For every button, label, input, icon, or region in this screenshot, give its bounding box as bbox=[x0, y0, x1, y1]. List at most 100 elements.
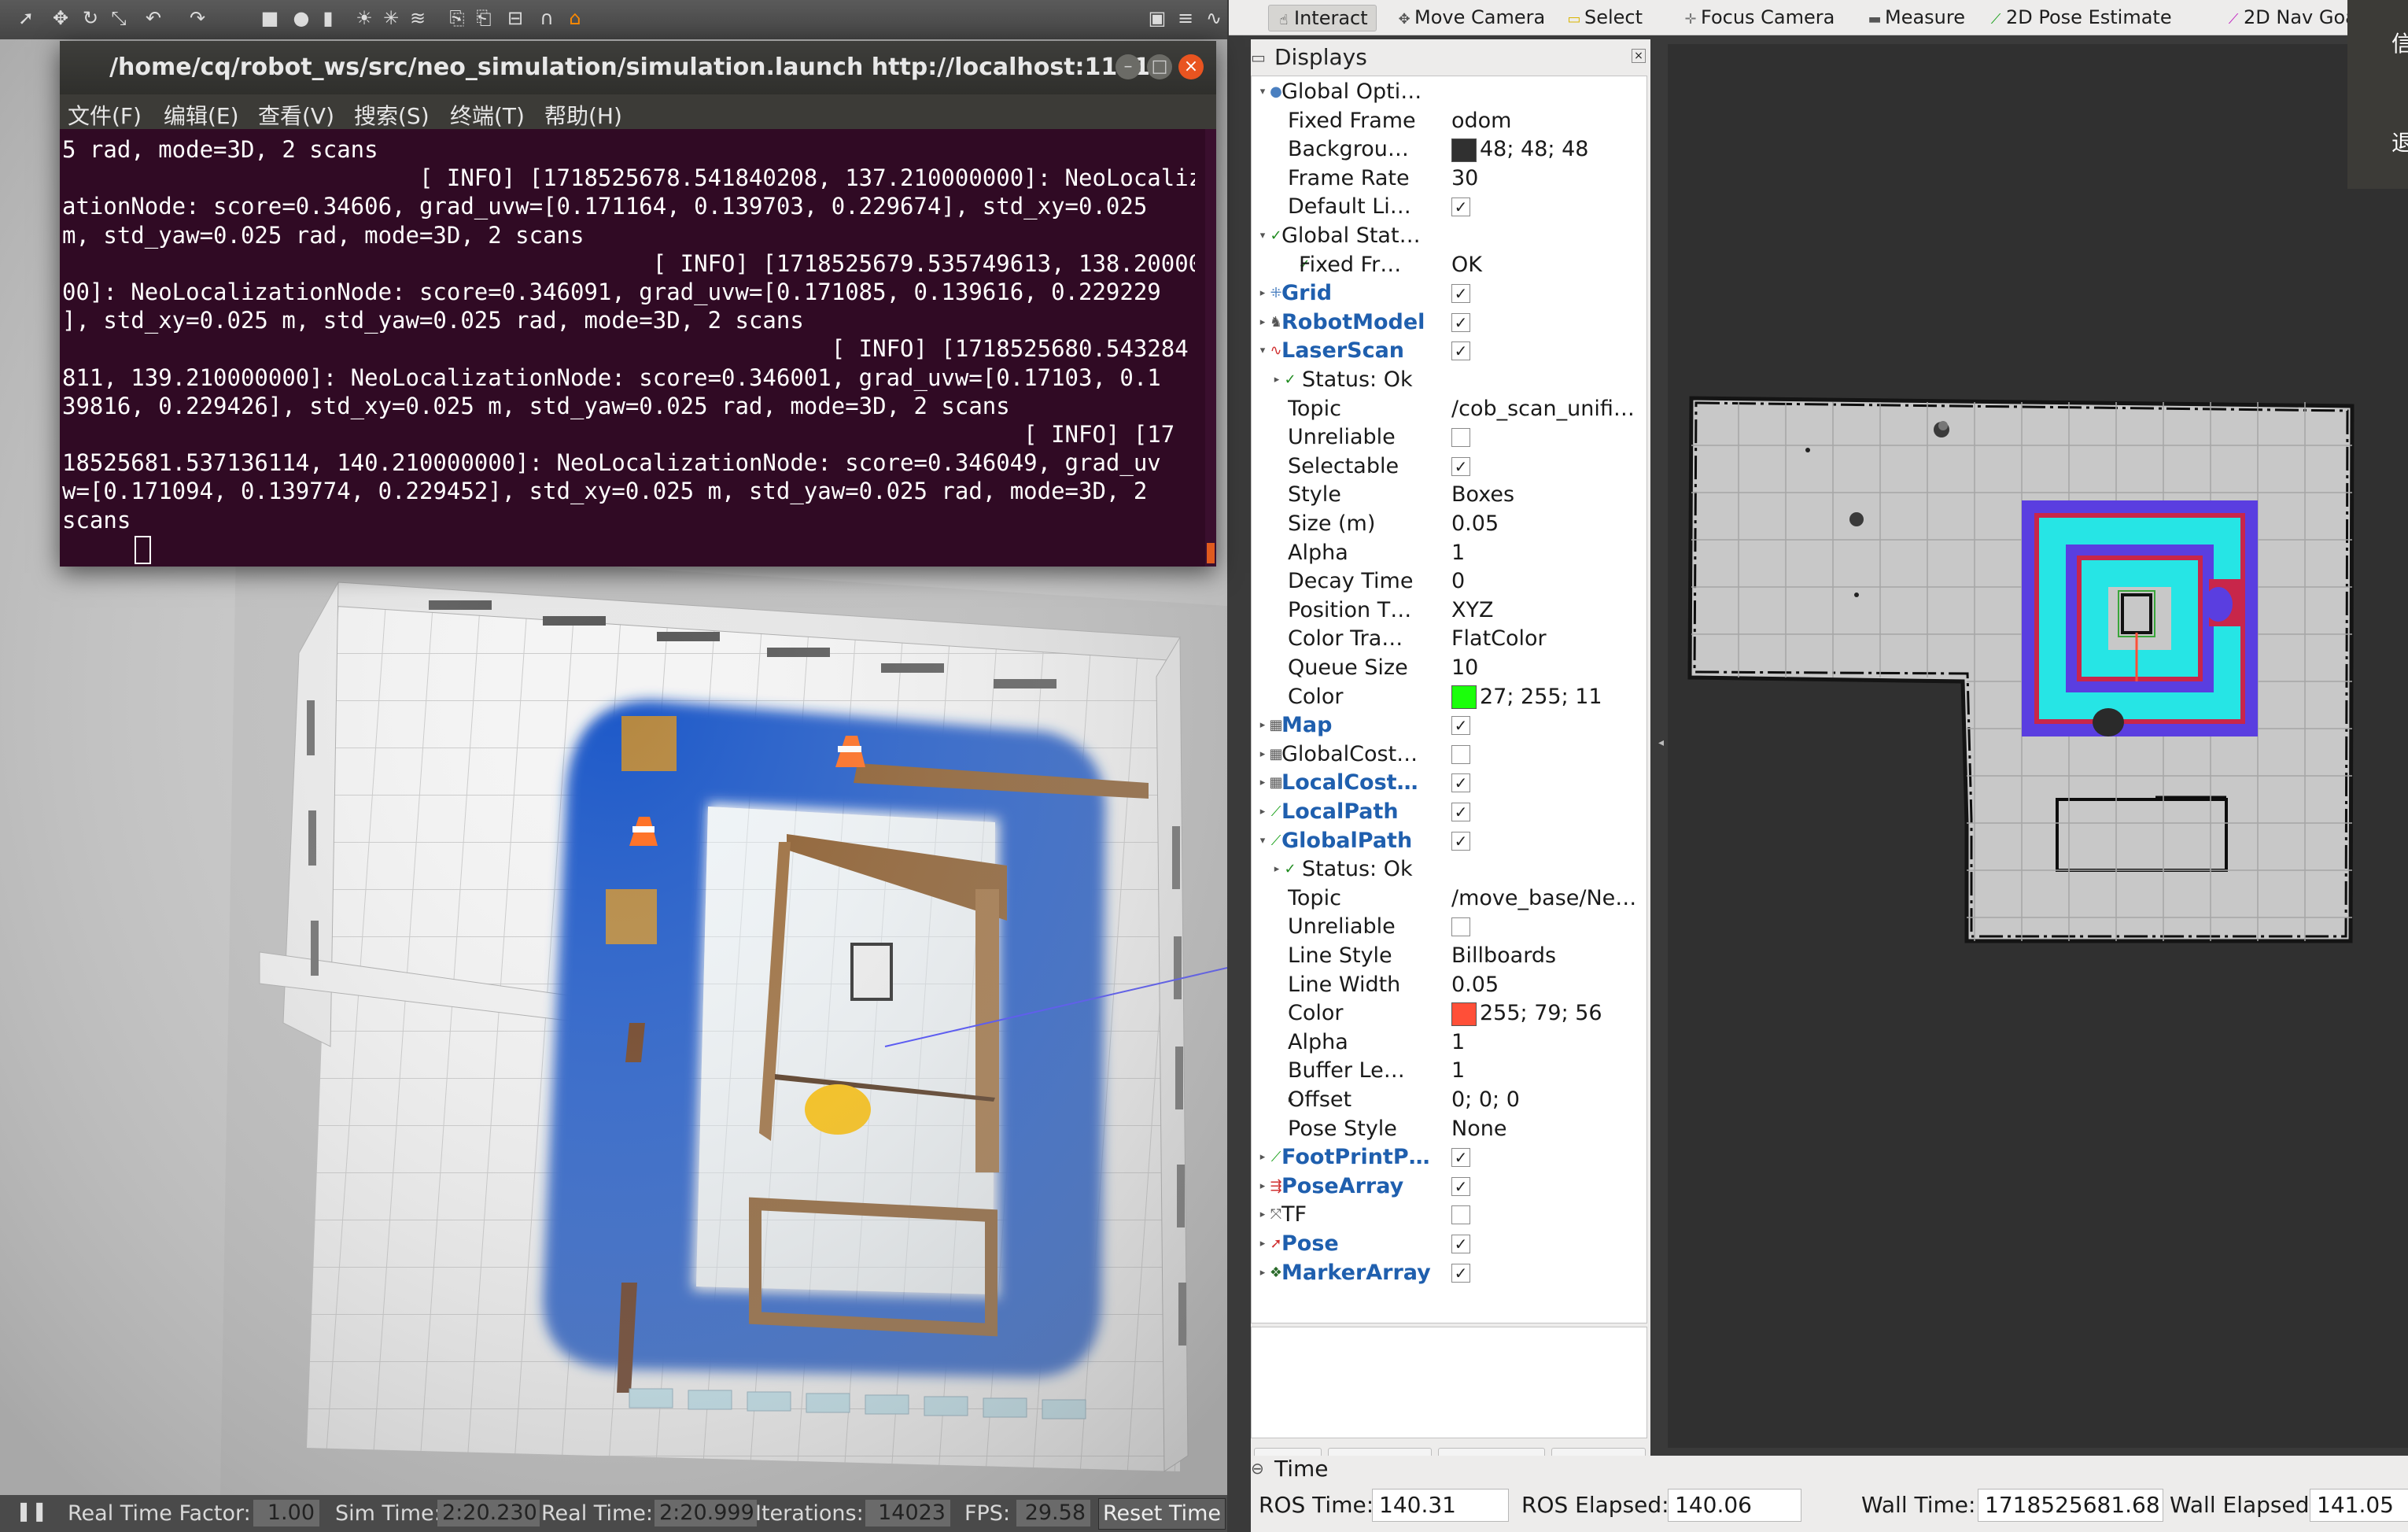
log-icon[interactable]: ≡ bbox=[1174, 6, 1197, 30]
wall-elapsed-field[interactable]: 141.05 bbox=[2310, 1489, 2408, 1522]
checkbox-checked[interactable]: ✓ bbox=[1451, 803, 1470, 821]
wall-time-field[interactable]: 1718525681.68 bbox=[1978, 1489, 2163, 1522]
display-value[interactable]: XYZ bbox=[1451, 596, 1644, 625]
display-row[interactable]: Decay Time 0 bbox=[1252, 567, 1645, 596]
display-row[interactable]: Color 27; 255; 11 bbox=[1252, 683, 1645, 711]
display-value[interactable]: odom bbox=[1451, 107, 1644, 135]
display-row[interactable]: Buffer Le… 1 bbox=[1252, 1057, 1645, 1085]
expand-arrow-icon[interactable]: ▸ bbox=[1256, 1172, 1269, 1201]
display-row[interactable]: Fixed Frame odom bbox=[1252, 107, 1645, 135]
display-row[interactable]: ▸ ⇶ PoseArray ✓ bbox=[1252, 1172, 1645, 1201]
spot-light-icon[interactable]: ✳ bbox=[379, 6, 403, 30]
terminal-output[interactable]: 5 rad, mode=3D, 2 scans [ INFO] [1718525… bbox=[60, 129, 1195, 573]
close-icon[interactable]: × bbox=[1178, 54, 1204, 79]
point-light-icon[interactable]: ☀ bbox=[352, 6, 376, 30]
cylinder-icon[interactable]: ▮ bbox=[316, 6, 340, 30]
snap-icon[interactable]: ∩ bbox=[535, 6, 559, 30]
redo-icon[interactable]: ↷ bbox=[186, 6, 209, 30]
display-row[interactable]: ▸ ▦ GlobalCost… bbox=[1252, 740, 1645, 769]
checkbox-unchecked[interactable] bbox=[1451, 1205, 1470, 1225]
color-swatch[interactable] bbox=[1451, 138, 1477, 162]
tool-2d-nav-goal[interactable]: ⟋ 2D Nav Goal bbox=[2226, 5, 2362, 30]
display-value[interactable]: Boxes bbox=[1451, 481, 1644, 509]
display-row[interactable]: ▾ ⟋ GlobalPath ✓ bbox=[1252, 827, 1645, 855]
display-row[interactable]: Selectable ✓ bbox=[1252, 452, 1645, 481]
terminal-window[interactable]: /home/cq/robot_ws/src/neo_simulation/sim… bbox=[60, 41, 1216, 567]
display-row[interactable]: ▸ ⟋ LocalPath ✓ bbox=[1252, 798, 1645, 826]
display-row[interactable]: ▸ Offset 0; 0; 0 bbox=[1252, 1086, 1645, 1114]
align-icon[interactable]: ⊟ bbox=[503, 6, 527, 30]
terminal-title[interactable]: /home/cq/robot_ws/src/neo_simulation/sim… bbox=[60, 41, 1216, 94]
display-row[interactable]: Backgrou… 48; 48; 48 bbox=[1252, 135, 1645, 164]
tool-2d-pose-estimate[interactable]: ⟋ 2D Pose Estimate bbox=[1989, 5, 2172, 30]
directional-light-icon[interactable]: ≋ bbox=[406, 6, 430, 30]
display-value[interactable]: Billboards bbox=[1451, 942, 1644, 970]
checkbox-checked[interactable]: ✓ bbox=[1451, 312, 1470, 332]
expand-arrow-icon[interactable]: ▸ bbox=[1270, 855, 1283, 884]
ros-time-field[interactable]: 140.31 bbox=[1372, 1489, 1509, 1522]
translate-icon[interactable]: ✥ bbox=[49, 6, 72, 30]
display-row[interactable]: ▸ ⟋ FootPrintP… ✓ bbox=[1252, 1143, 1645, 1172]
side-dock-glyph-2[interactable]: 退 bbox=[2391, 126, 2408, 157]
display-value[interactable]: 1 bbox=[1451, 1057, 1644, 1085]
display-value[interactable]: FlatColor bbox=[1451, 625, 1644, 653]
display-value[interactable]: None bbox=[1451, 1115, 1644, 1143]
expand-arrow-icon[interactable]: ▸ bbox=[1256, 798, 1269, 826]
collapse-arrow-icon[interactable]: ▾ bbox=[1256, 337, 1269, 365]
scale-icon[interactable]: ⤡ bbox=[107, 6, 131, 30]
collapse-arrow-icon[interactable]: ▾ bbox=[1256, 222, 1269, 250]
tool-measure[interactable]: ▬ Measure bbox=[1868, 5, 1965, 30]
ros-elapsed-field[interactable]: 140.06 bbox=[1668, 1489, 1801, 1522]
collapse-arrow-icon[interactable]: ▾ bbox=[1256, 78, 1269, 106]
display-row[interactable]: ▸ ▦ LocalCost… ✓ bbox=[1252, 769, 1645, 797]
display-row[interactable]: ▸ ✓ Status: Ok bbox=[1252, 855, 1645, 884]
display-row[interactable]: Unreliable bbox=[1252, 423, 1645, 452]
display-value[interactable]: 10 bbox=[1451, 654, 1644, 682]
checkbox-checked[interactable]: ✓ bbox=[1451, 1176, 1470, 1196]
minimize-icon[interactable]: – bbox=[1115, 54, 1141, 79]
expand-arrow-icon[interactable]: ▸ bbox=[1256, 740, 1269, 769]
display-row[interactable]: Color 255; 79; 56 bbox=[1252, 999, 1645, 1028]
expand-arrow-icon[interactable]: ▸ bbox=[1256, 308, 1269, 337]
expand-arrow-icon[interactable]: ▸ bbox=[1256, 711, 1269, 740]
side-dock-glyph-1[interactable]: 信 bbox=[2391, 27, 2408, 58]
display-row[interactable]: ✓ Fixed Fr… OK bbox=[1252, 251, 1645, 279]
display-value[interactable]: 27; 255; 11 bbox=[1451, 683, 1644, 711]
display-row[interactable]: Topic/move_base/Ne… bbox=[1252, 884, 1645, 913]
display-row[interactable]: Pose Style None bbox=[1252, 1115, 1645, 1143]
display-row[interactable]: ▸ ⁜ Grid ✓ bbox=[1252, 279, 1645, 308]
change-view-icon[interactable]: ⌂ bbox=[563, 6, 587, 30]
expand-arrow-icon[interactable]: ▸ bbox=[1256, 1201, 1269, 1229]
display-value[interactable]: 1 bbox=[1451, 539, 1644, 567]
display-row[interactable]: Line Style Billboards bbox=[1252, 942, 1645, 970]
display-row[interactable]: Unreliable bbox=[1252, 913, 1645, 941]
checkbox-unchecked[interactable] bbox=[1451, 917, 1470, 937]
color-swatch[interactable] bbox=[1451, 685, 1477, 710]
expand-arrow-icon[interactable]: ▸ bbox=[1256, 769, 1269, 797]
terminal-menu-item[interactable]: 终端(T) bbox=[450, 99, 525, 131]
paste-icon[interactable]: ⎗ bbox=[472, 6, 496, 30]
terminal-scrollbar[interactable] bbox=[1205, 129, 1216, 567]
checkbox-checked[interactable]: ✓ bbox=[1451, 1263, 1470, 1283]
display-value[interactable]: 30 bbox=[1451, 164, 1644, 193]
checkbox-checked[interactable]: ✓ bbox=[1451, 197, 1470, 217]
display-row[interactable]: ▸ ▦ Map ✓ bbox=[1252, 711, 1645, 740]
display-row[interactable]: Topic/cob_scan_unifi… bbox=[1252, 395, 1645, 423]
display-row[interactable]: Alpha 1 bbox=[1252, 539, 1645, 567]
terminal-menu-item[interactable]: 文件(F) bbox=[68, 99, 142, 131]
copy-icon[interactable]: ⎘ bbox=[445, 6, 469, 30]
sphere-icon[interactable]: ● bbox=[289, 6, 313, 30]
checkbox-unchecked[interactable] bbox=[1451, 428, 1470, 448]
box-icon[interactable]: ■ bbox=[258, 6, 282, 30]
undo-icon[interactable]: ↶ bbox=[142, 6, 165, 30]
close-panel-icon[interactable]: × bbox=[1632, 49, 1646, 63]
display-value[interactable]: /move_base/Ne… bbox=[1451, 884, 1644, 913]
terminal-menu-item[interactable]: 查看(V) bbox=[258, 99, 334, 131]
display-value[interactable]: 0.05 bbox=[1451, 971, 1644, 999]
tool-interact[interactable]: ☝ Interact bbox=[1268, 5, 1377, 31]
maximize-icon[interactable]: □ bbox=[1147, 54, 1172, 79]
display-row[interactable]: Position T… XYZ bbox=[1252, 596, 1645, 625]
plot-icon[interactable]: ∿ bbox=[1202, 6, 1226, 30]
display-value[interactable]: /cob_scan_unifi… bbox=[1451, 395, 1644, 423]
select-arrow-icon[interactable]: ➚ bbox=[14, 6, 38, 30]
